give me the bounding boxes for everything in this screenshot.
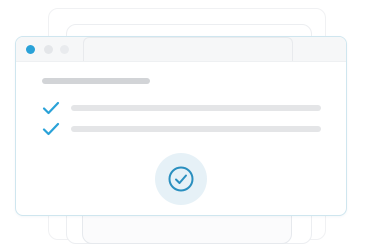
text-placeholder [71, 105, 321, 111]
minimize-dot[interactable] [44, 45, 53, 54]
confirm-badge[interactable] [155, 153, 207, 205]
heading-placeholder [42, 78, 150, 84]
checklist-window [15, 36, 347, 216]
checkmark-icon [42, 101, 60, 115]
titlebar-frame [83, 37, 293, 61]
checkmark-icon [42, 122, 60, 136]
window-titlebar [16, 37, 346, 62]
checklist-item [42, 101, 322, 115]
checklist-item [42, 122, 322, 136]
close-dot[interactable] [26, 45, 35, 54]
text-placeholder [71, 126, 321, 132]
check-circle-icon [168, 166, 194, 192]
maximize-dot[interactable] [60, 45, 69, 54]
